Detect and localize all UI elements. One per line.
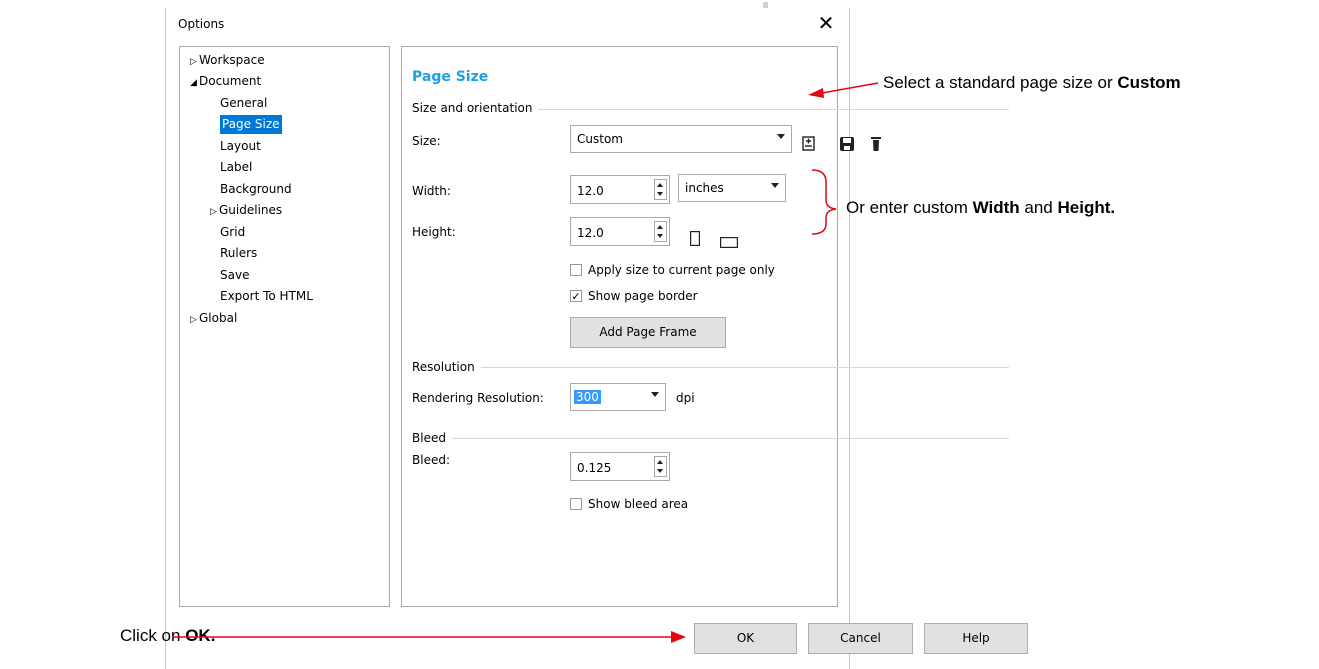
width-label: Width: xyxy=(412,184,451,198)
panel-title: Page Size xyxy=(412,69,489,85)
apply-current-checkbox[interactable] xyxy=(570,264,582,276)
arrow-up-icon xyxy=(657,225,663,229)
window-title: Options xyxy=(178,17,225,31)
tree-item-global[interactable]: ▷ Global xyxy=(190,309,237,328)
tree-item-document[interactable]: ◢ Document xyxy=(190,72,261,91)
group-divider xyxy=(412,438,1009,439)
units-value: inches xyxy=(685,181,724,195)
rendering-resolution-value: 300 xyxy=(574,390,601,404)
add-preset-icon[interactable] xyxy=(800,135,820,155)
group-resolution: Resolution xyxy=(412,360,481,374)
width-value: 12.0 xyxy=(577,184,604,198)
units-dropdown[interactable]: inches xyxy=(678,174,786,202)
height-value: 12.0 xyxy=(577,226,604,240)
annotation-dimensions: Or enter custom Width and Height. xyxy=(846,198,1116,217)
apply-current-label: Apply size to current page only xyxy=(588,263,775,277)
portrait-icon[interactable] xyxy=(690,231,702,247)
rendering-resolution-dropdown[interactable]: 300 xyxy=(570,383,666,411)
group-size-orientation: Size and orientation xyxy=(412,101,539,115)
tree-item-rulers[interactable]: Rulers xyxy=(220,244,257,263)
collapse-triangle-icon[interactable]: ◢ xyxy=(190,74,199,93)
tree-item-export-html[interactable]: Export To HTML xyxy=(220,287,313,306)
arrow-down-icon xyxy=(657,469,663,473)
tree-item-general[interactable]: General xyxy=(220,94,267,113)
expand-triangle-icon[interactable]: ▷ xyxy=(190,311,199,330)
height-label: Height: xyxy=(412,225,456,239)
expand-triangle-icon[interactable]: ▷ xyxy=(210,203,219,222)
options-tree: ▷ Workspace ◢ Document General Page Size L… xyxy=(179,46,390,607)
settings-panel: Page Size Size and orientation Size: Cus… xyxy=(401,46,1009,607)
tree-item-workspace[interactable]: ▷ Workspace xyxy=(190,51,265,70)
tree-item-layout[interactable]: Layout xyxy=(220,137,261,156)
title-bar: Options ✕ xyxy=(166,8,849,42)
bleed-label: Bleed: xyxy=(412,453,450,467)
size-value: Custom xyxy=(577,132,623,146)
landscape-icon[interactable] xyxy=(720,234,740,249)
group-divider xyxy=(412,367,1009,368)
checkmark-icon: ✓ xyxy=(571,290,581,303)
tree-item-save[interactable]: Save xyxy=(220,266,249,285)
show-border-label: Show page border xyxy=(588,289,698,303)
show-border-checkbox[interactable]: ✓ xyxy=(570,290,582,302)
show-bleed-label: Show bleed area xyxy=(588,497,689,511)
annotation-size: Select a standard page size or Custom xyxy=(883,73,1181,92)
bleed-stepper[interactable] xyxy=(654,456,667,477)
annotation-ok: Click on OK. xyxy=(120,626,216,645)
tree-item-grid[interactable]: Grid xyxy=(220,223,245,242)
bleed-value: 0.125 xyxy=(577,461,612,475)
cancel-button[interactable]: Cancel xyxy=(808,623,913,654)
rendering-resolution-label: Rendering Resolution: xyxy=(412,391,544,405)
add-page-frame-button[interactable]: Add Page Frame xyxy=(570,317,726,348)
size-label: Size: xyxy=(412,134,441,148)
tree-item-label[interactable]: Label xyxy=(220,158,252,177)
save-preset-icon[interactable] xyxy=(838,135,858,155)
expand-triangle-icon[interactable]: ▷ xyxy=(190,53,199,72)
width-input[interactable]: 12.0 xyxy=(570,175,670,204)
size-dropdown[interactable]: Custom xyxy=(570,125,792,153)
options-dialog: Options ✕ ▷ Workspace ◢ Document General P… xyxy=(165,8,1009,669)
ok-button[interactable]: OK xyxy=(694,623,797,654)
chevron-down-icon xyxy=(651,392,659,397)
arrow-down-icon xyxy=(657,192,663,196)
chevron-down-icon xyxy=(771,183,779,188)
dpi-label: dpi xyxy=(676,391,695,405)
tree-item-guidelines[interactable]: ▷ Guidelines xyxy=(210,201,282,220)
tree-item-background[interactable]: Background xyxy=(220,180,292,199)
group-bleed: Bleed xyxy=(412,431,452,445)
arrow-down-icon xyxy=(657,234,663,238)
height-stepper[interactable] xyxy=(654,221,667,242)
arrow-up-icon xyxy=(657,460,663,464)
bleed-input[interactable]: 0.125 xyxy=(570,452,670,481)
delete-preset-icon[interactable] xyxy=(870,135,884,155)
show-bleed-checkbox[interactable] xyxy=(570,498,582,510)
height-input[interactable]: 12.0 xyxy=(570,217,670,246)
help-button[interactable]: Help xyxy=(924,623,1028,654)
chevron-down-icon xyxy=(777,134,785,139)
close-button[interactable]: ✕ xyxy=(812,10,840,36)
tree-item-page-size[interactable]: Page Size xyxy=(220,115,282,134)
width-stepper[interactable] xyxy=(654,179,667,200)
arrow-up-icon xyxy=(657,183,663,187)
